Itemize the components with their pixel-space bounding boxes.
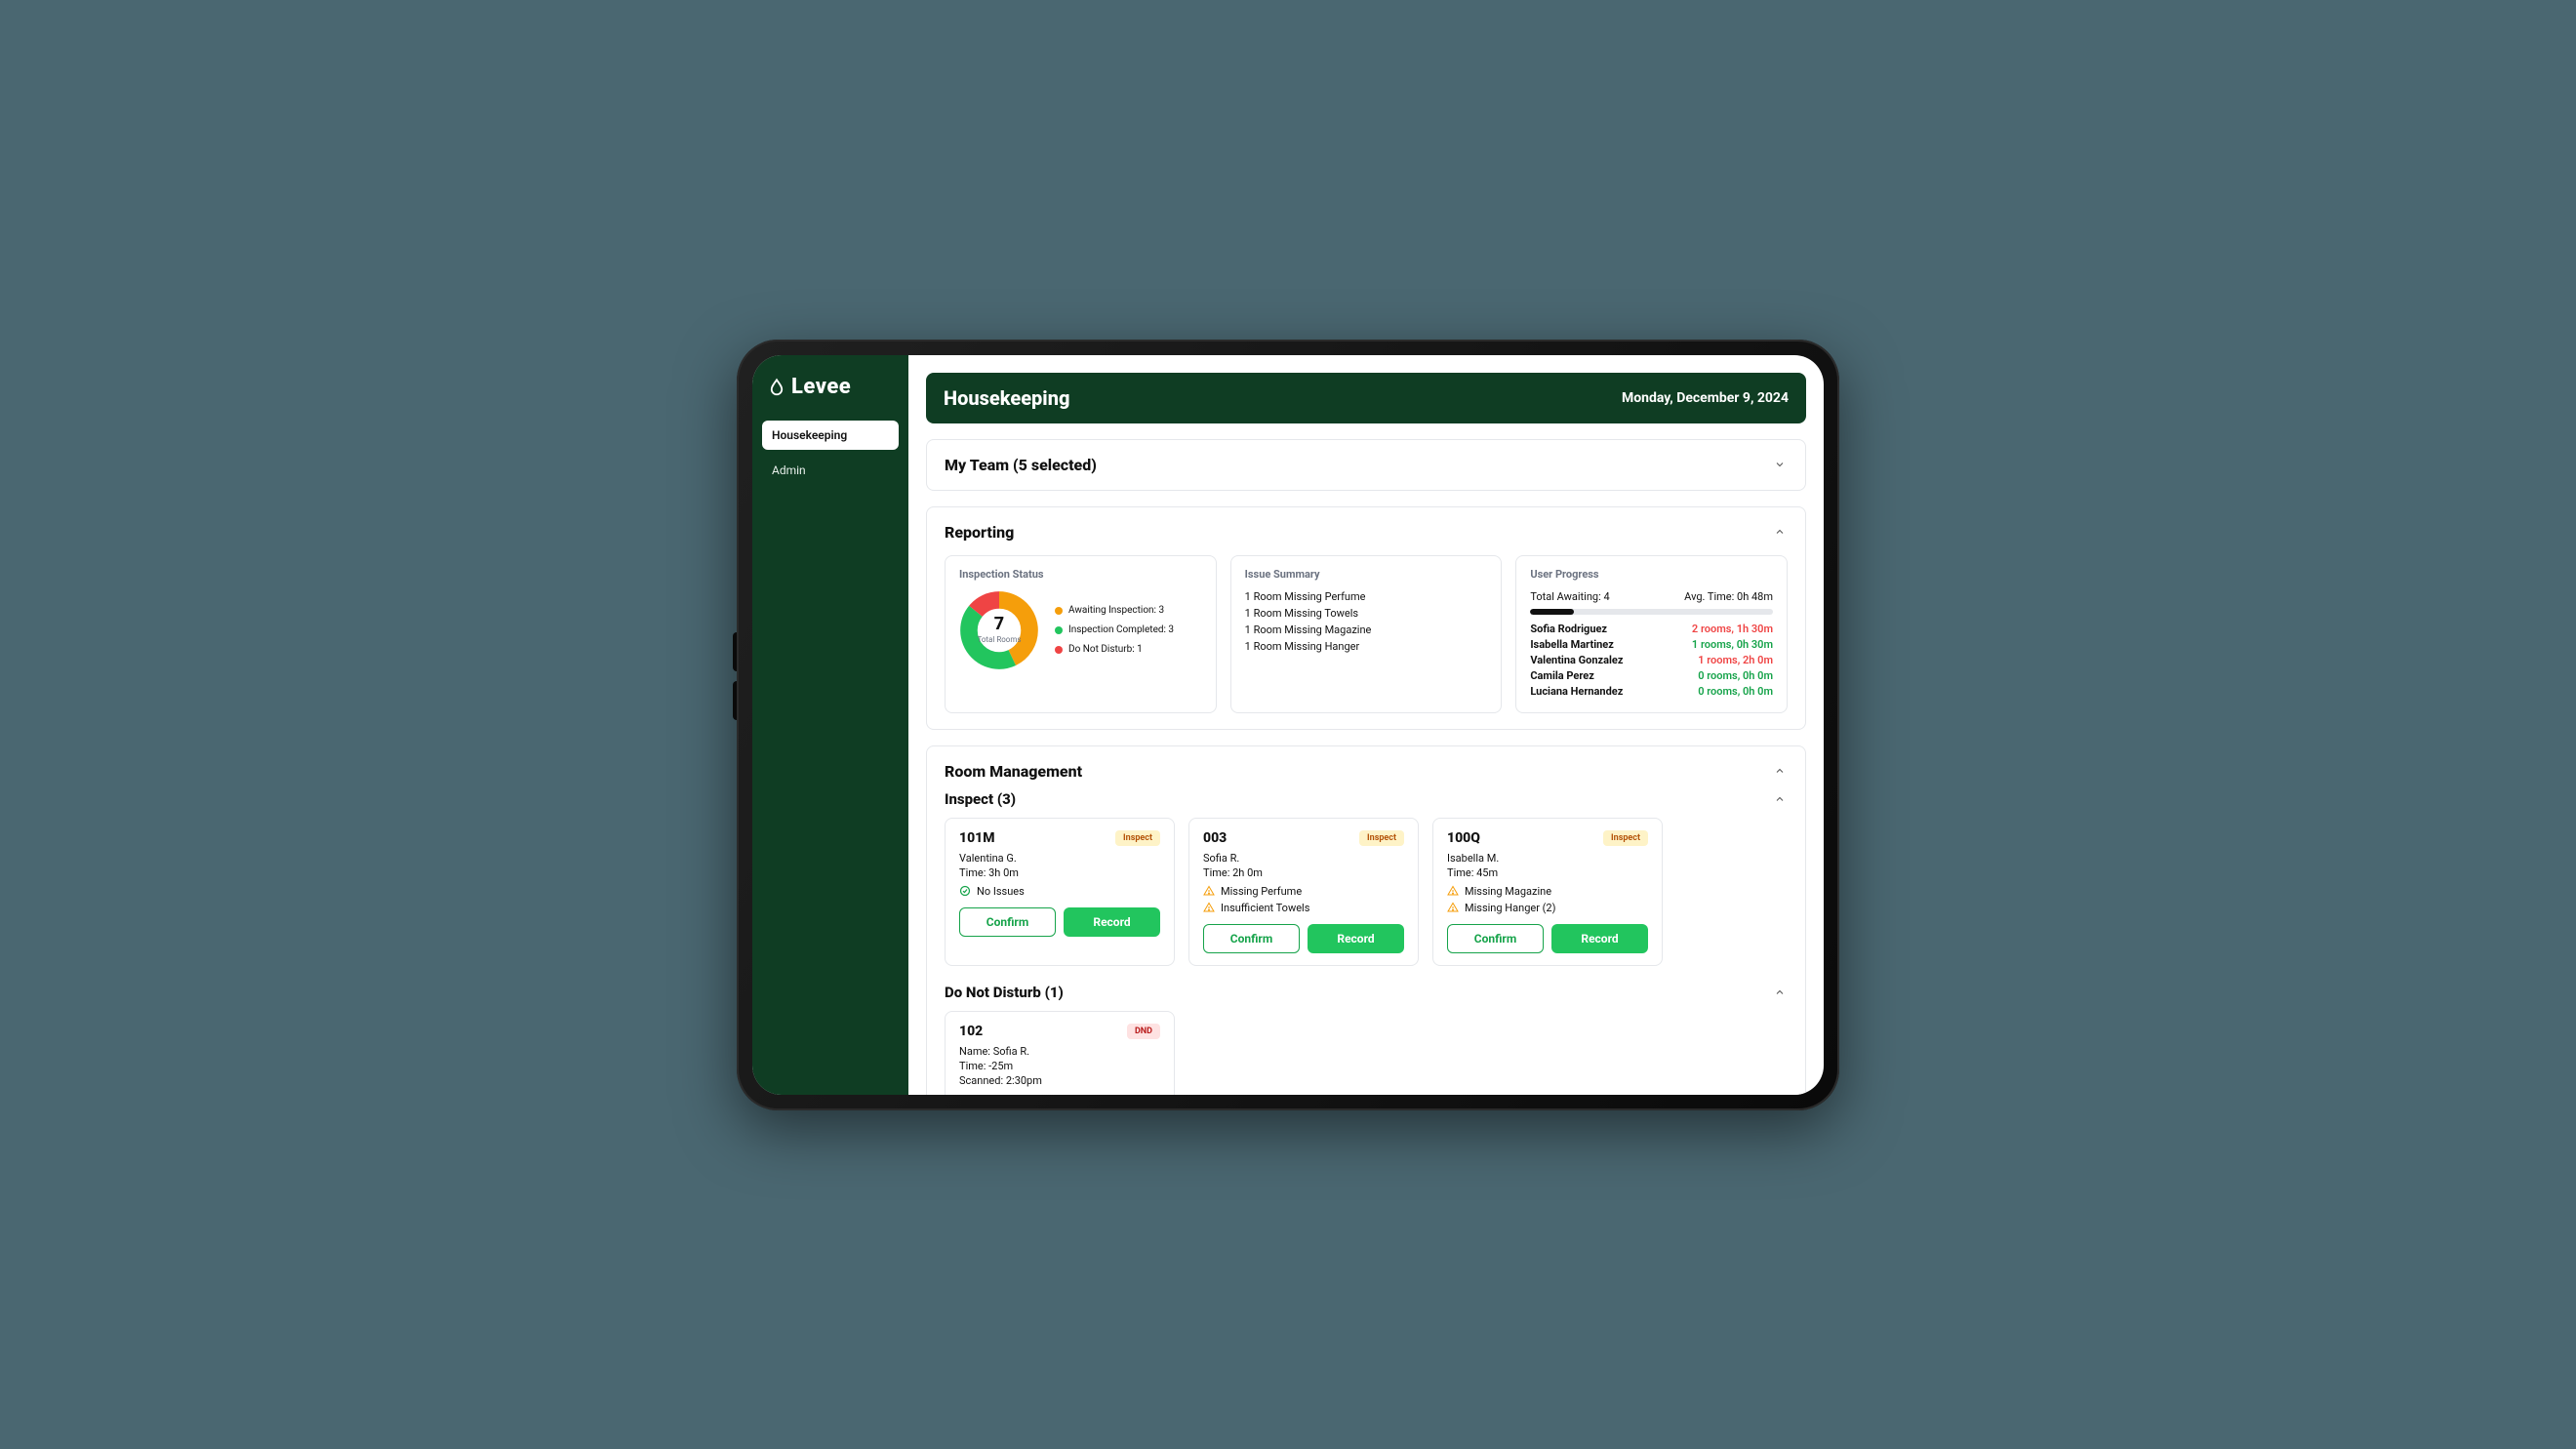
- record-button[interactable]: Record: [1551, 924, 1648, 953]
- room-card: 101M Inspect Valentina G. Time: 3h 0m No…: [945, 818, 1175, 966]
- confirm-button[interactable]: Confirm: [1203, 924, 1300, 953]
- room-issue: Insufficient Towels: [1203, 902, 1404, 914]
- room-time: Time: 3h 0m: [959, 866, 1160, 879]
- panel-room-management: Room Management Inspect (3): [926, 745, 1806, 1095]
- room-card: 102 DND Name: Sofia R. Time: -25m Scanne…: [945, 1011, 1175, 1095]
- warning-icon: [1447, 902, 1459, 913]
- room-card: 100Q Inspect Isabella M. Time: 45m Missi…: [1432, 818, 1663, 966]
- card-inspection-status: Inspection Status 7: [945, 555, 1217, 713]
- warning-icon: [1447, 885, 1459, 897]
- panel-my-team[interactable]: My Team (5 selected): [926, 439, 1806, 491]
- card-issue-summary: Issue Summary 1 Room Missing Perfume 1 R…: [1230, 555, 1503, 713]
- issue-summary-list: 1 Room Missing Perfume 1 Room Missing To…: [1245, 590, 1488, 653]
- brand-logo: Levee: [768, 375, 893, 399]
- card-user-progress: User Progress Total Awaiting: 4 Avg. Tim…: [1515, 555, 1788, 713]
- page-title: Housekeeping: [944, 386, 1069, 410]
- reporting-header[interactable]: Reporting: [945, 523, 1788, 542]
- donut-legend: Awaiting Inspection: 3 Inspection Comple…: [1055, 605, 1174, 656]
- issue-item: 1 Room Missing Towels: [1245, 607, 1488, 620]
- chevron-up-icon: [1772, 985, 1788, 1000]
- reporting-title: Reporting: [945, 523, 1014, 542]
- brand-name: Levee: [791, 375, 851, 399]
- page-header: Housekeeping Monday, December 9, 2024: [926, 373, 1806, 423]
- droplet-icon: [768, 376, 785, 397]
- chevron-up-icon: [1772, 791, 1788, 807]
- sidebar-item-housekeeping[interactable]: Housekeeping: [762, 421, 899, 450]
- room-number: 101M: [959, 830, 994, 846]
- dnd-title: Do Not Disturb (1): [945, 984, 1064, 1001]
- room-number: 100Q: [1447, 830, 1480, 846]
- chevron-up-icon: [1772, 763, 1788, 779]
- record-button[interactable]: Record: [1064, 907, 1160, 937]
- status-badge: Inspect: [1603, 830, 1648, 846]
- sidebar-item-label: Housekeeping: [772, 428, 847, 442]
- status-badge: Inspect: [1115, 830, 1160, 846]
- screen: Levee Housekeeping Admin Housekeeping Mo…: [752, 355, 1824, 1095]
- inspect-header[interactable]: Inspect (3): [945, 790, 1788, 808]
- room-issue: Missing Magazine: [1447, 885, 1648, 898]
- confirm-button[interactable]: Confirm: [959, 907, 1056, 937]
- chevron-up-icon: [1772, 524, 1788, 540]
- room-management-header[interactable]: Room Management: [945, 762, 1788, 781]
- dnd-line: Scanned: 2:30pm: [959, 1074, 1160, 1087]
- status-badge: DND: [1127, 1024, 1160, 1039]
- inspection-status-title: Inspection Status: [959, 568, 1202, 581]
- my-team-title: My Team (5 selected): [945, 456, 1097, 474]
- room-time: Time: 2h 0m: [1203, 866, 1404, 879]
- issue-item: 1 Room Missing Magazine: [1245, 624, 1488, 636]
- room-issue: Missing Perfume: [1203, 885, 1404, 898]
- room-management-title: Room Management: [945, 762, 1082, 781]
- panel-reporting: Reporting Inspection Status: [926, 506, 1806, 730]
- warning-icon: [1203, 902, 1215, 913]
- main-content: Housekeeping Monday, December 9, 2024 My…: [908, 355, 1824, 1095]
- legend-row: Do Not Disturb: 1: [1055, 644, 1174, 656]
- sidebar: Levee Housekeeping Admin: [752, 355, 908, 1095]
- dot-icon: [1055, 646, 1063, 654]
- issue-item: 1 Room Missing Hanger: [1245, 640, 1488, 653]
- legend-row: Inspection Completed: 3: [1055, 624, 1174, 636]
- record-button[interactable]: Record: [1308, 924, 1404, 953]
- donut-total-label: Total Rooms: [977, 635, 1021, 644]
- room-issue: Missing Hanger (2): [1447, 902, 1648, 914]
- room-number: 102: [959, 1024, 983, 1039]
- page-date: Monday, December 9, 2024: [1622, 390, 1789, 406]
- dot-icon: [1055, 626, 1063, 634]
- room-assignee: Sofia R.: [1203, 852, 1404, 865]
- avg-time: Avg. Time: 0h 48m: [1684, 590, 1773, 603]
- tablet-frame: Levee Housekeeping Admin Housekeeping Mo…: [737, 340, 1839, 1110]
- user-row: Sofia Rodriguez2 rooms, 1h 30m: [1530, 623, 1773, 635]
- inspect-title: Inspect (3): [945, 790, 1016, 808]
- dnd-line: Name: Sofia R.: [959, 1045, 1160, 1058]
- room-card: 003 Inspect Sofia R. Time: 2h 0m Missing…: [1188, 818, 1419, 966]
- room-issue: No Issues: [959, 885, 1160, 898]
- dnd-line: Time: -25m: [959, 1060, 1160, 1072]
- dot-icon: [1055, 607, 1063, 615]
- sidebar-item-label: Admin: [772, 463, 806, 477]
- room-time: Time: 45m: [1447, 866, 1648, 879]
- issue-item: 1 Room Missing Perfume: [1245, 590, 1488, 603]
- user-progress-title: User Progress: [1530, 568, 1773, 581]
- legend-row: Awaiting Inspection: 3: [1055, 605, 1174, 617]
- warning-icon: [1203, 885, 1215, 897]
- sidebar-item-admin[interactable]: Admin: [762, 456, 899, 485]
- check-icon: [959, 885, 971, 897]
- room-number: 003: [1203, 830, 1227, 846]
- dnd-header[interactable]: Do Not Disturb (1): [945, 984, 1788, 1001]
- donut-chart: 7 Total Rooms: [959, 590, 1039, 670]
- user-row: Isabella Martinez1 rooms, 0h 30m: [1530, 638, 1773, 651]
- status-badge: Inspect: [1359, 830, 1404, 846]
- issue-summary-title: Issue Summary: [1245, 568, 1488, 581]
- user-row: Luciana Hernandez0 rooms, 0h 0m: [1530, 685, 1773, 698]
- progress-bar: [1530, 609, 1773, 615]
- user-row: Valentina Gonzalez1 rooms, 2h 0m: [1530, 654, 1773, 666]
- confirm-button[interactable]: Confirm: [1447, 924, 1544, 953]
- room-assignee: Isabella M.: [1447, 852, 1648, 865]
- room-assignee: Valentina G.: [959, 852, 1160, 865]
- total-awaiting: Total Awaiting: 4: [1530, 590, 1609, 603]
- user-row: Camila Perez0 rooms, 0h 0m: [1530, 669, 1773, 682]
- donut-total: 7: [994, 616, 1004, 633]
- chevron-down-icon: [1772, 457, 1788, 472]
